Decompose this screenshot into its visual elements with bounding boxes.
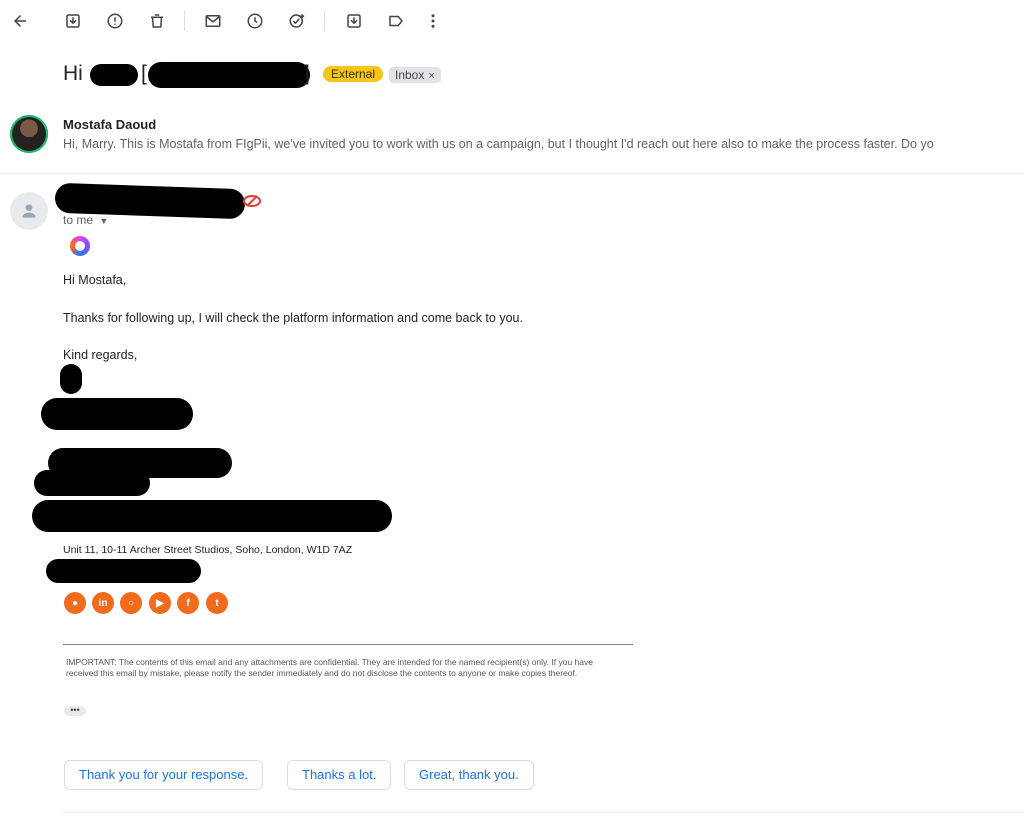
smart-reply-button[interactable]: Thanks a lot. <box>287 760 392 790</box>
youtube-icon[interactable]: ▶ <box>149 592 171 614</box>
rss-icon[interactable]: ● <box>64 592 86 614</box>
recipient-avatar[interactable] <box>10 192 48 230</box>
inbox-label-text: Inbox <box>395 68 425 82</box>
signature-divider <box>63 644 633 645</box>
back-arrow-icon[interactable] <box>9 10 31 32</box>
warning-icon <box>243 194 261 213</box>
instagram-icon[interactable]: ○ <box>120 592 142 614</box>
facebook-icon[interactable]: f <box>177 592 199 614</box>
redaction <box>34 470 150 496</box>
toolbar-separator <box>184 11 185 31</box>
person-icon <box>22 204 36 218</box>
archive-icon[interactable] <box>62 10 84 32</box>
report-spam-icon[interactable] <box>104 10 126 32</box>
more-vert-icon[interactable] <box>422 10 444 32</box>
sender-name[interactable]: Mostafa Daoud <box>63 117 156 132</box>
add-task-icon[interactable] <box>286 10 308 32</box>
body-line: Thanks for following up, I will check th… <box>63 311 523 325</box>
subject-bracket-close: ] <box>304 62 310 85</box>
linkedin-icon[interactable]: in <box>92 592 114 614</box>
recipients-dropdown[interactable]: to me ▼ <box>63 213 108 227</box>
redaction <box>41 398 193 430</box>
snooze-icon[interactable] <box>244 10 266 32</box>
redaction <box>32 500 392 532</box>
twitter-icon[interactable]: t <box>206 592 228 614</box>
inbox-label[interactable]: Inbox × <box>389 67 441 83</box>
subject-title: Hi <box>63 62 83 86</box>
mark-unread-icon[interactable] <box>202 10 224 32</box>
toolbar-separator <box>324 11 325 31</box>
message-divider <box>0 173 1024 174</box>
message-snippet[interactable]: Hi, Marry. This is Mostafa from FIgPii, … <box>63 137 934 151</box>
company-logo-icon <box>70 236 90 256</box>
subject-bracket-open: [ <box>141 62 147 85</box>
external-tag: External <box>323 66 384 82</box>
delete-icon[interactable] <box>146 10 168 32</box>
smart-reply-button[interactable]: Great, thank you. <box>404 760 534 790</box>
chevron-down-icon: ▼ <box>99 216 109 226</box>
bottom-divider <box>63 812 1024 813</box>
show-trimmed-content-button[interactable]: ••• <box>64 706 86 716</box>
redaction <box>60 364 82 394</box>
disclaimer-text: IMPORTANT: The contents of this email an… <box>66 657 593 678</box>
address-text: Unit 11, 10-11 Archer Street Studios, So… <box>63 544 353 556</box>
subject-text: Hi <box>63 62 83 85</box>
greeting-text: Hi Mostafa, <box>63 273 127 287</box>
move-to-icon[interactable] <box>343 10 365 32</box>
closing-text: Kind regards, <box>63 348 138 362</box>
label-icon[interactable] <box>385 10 407 32</box>
redaction <box>148 62 310 88</box>
remove-label-icon[interactable]: × <box>428 70 434 82</box>
redaction <box>46 559 201 583</box>
to-me-label: to me <box>63 213 94 227</box>
smart-reply-button[interactable]: Thank you for your response. <box>64 760 264 790</box>
sender-avatar[interactable] <box>10 115 48 153</box>
redaction <box>90 64 138 86</box>
